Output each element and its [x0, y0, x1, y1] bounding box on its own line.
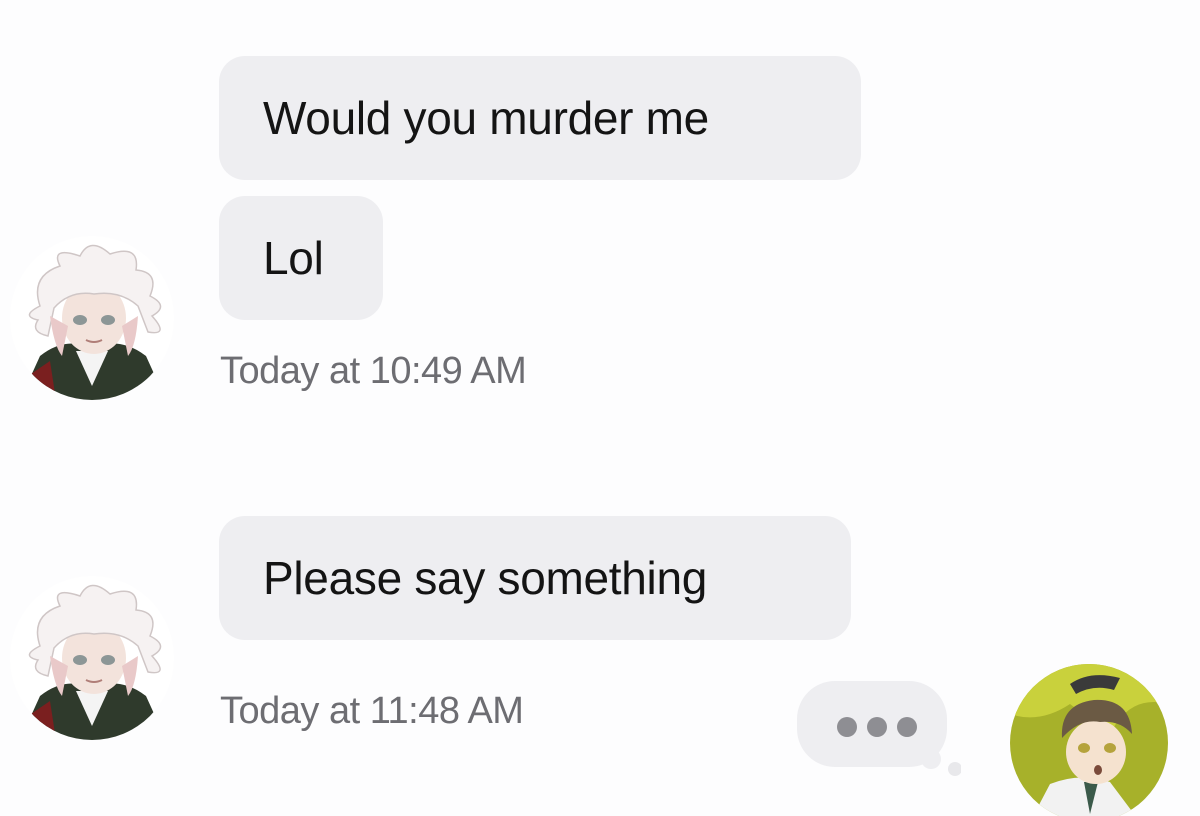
contact-avatar[interactable]: [10, 236, 174, 400]
received-message-bubble[interactable]: Lol: [219, 196, 383, 320]
message-thread: Would you murder me Lol Today at 10:49 A…: [0, 0, 1200, 816]
message-text: Would you murder me: [263, 92, 709, 144]
avatar-icon: [1010, 664, 1168, 816]
contact-avatar[interactable]: [10, 576, 174, 740]
avatar-icon: [10, 576, 174, 740]
message-text: Lol: [263, 232, 324, 284]
user-avatar[interactable]: [1010, 664, 1168, 816]
message-text: Please say something: [263, 552, 708, 604]
received-message-bubble[interactable]: Please say something: [219, 516, 851, 640]
typing-dots-icon: [797, 681, 962, 776]
message-timestamp: Today at 11:48 AM: [220, 690, 524, 732]
typing-indicator: [797, 681, 962, 777]
avatar-icon: [10, 236, 174, 400]
message-timestamp: Today at 10:49 AM: [220, 350, 527, 392]
received-message-bubble[interactable]: Would you murder me: [219, 56, 861, 180]
